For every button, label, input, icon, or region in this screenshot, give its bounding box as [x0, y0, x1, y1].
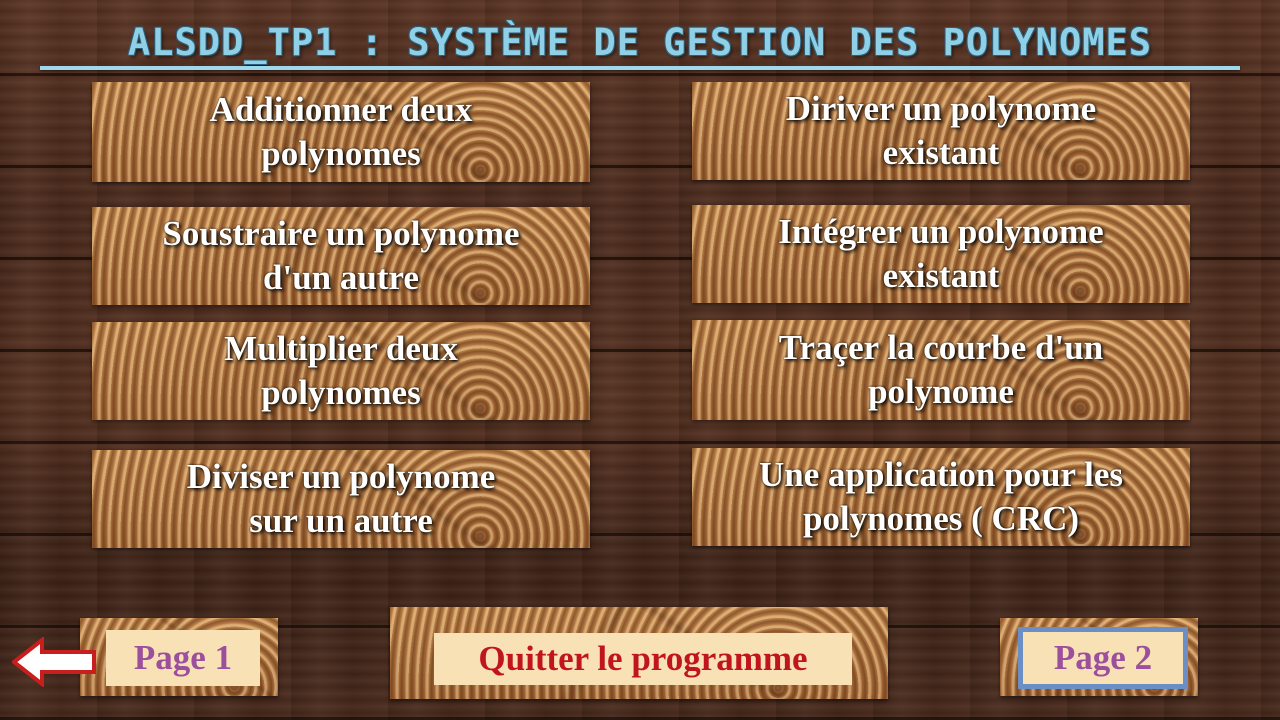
button-label-line: Multiplier deux [224, 329, 458, 368]
button-label-line: polynomes [261, 373, 421, 412]
page-title: ALSDD_TP1 : SYSTÈME DE GESTION DES POLYN… [127, 21, 1153, 64]
button-label-line: existant [882, 256, 1000, 295]
page1-button[interactable]: Page 1 [106, 630, 260, 686]
divide-polynomial-button[interactable]: Diviser un polynome sur un autre [92, 450, 590, 548]
integrate-polynomial-button[interactable]: Intégrer un polynome existant [692, 205, 1190, 303]
derive-polynomial-button[interactable]: Diriver un polynome existant [692, 82, 1190, 180]
subtract-polynomial-button[interactable]: Soustraire un polynome d'un autre [92, 207, 590, 305]
button-label-line: d'un autre [263, 258, 419, 297]
button-label-line: sur un autre [249, 501, 433, 540]
page2-button[interactable]: Page 2 [1018, 627, 1188, 689]
crc-application-button[interactable]: Une application pour les polynomes ( CRC) [692, 448, 1190, 546]
button-label-line: Additionner deux [209, 90, 473, 129]
multiply-polynomials-button[interactable]: Multiplier deux polynomes [92, 322, 590, 420]
button-label-line: polynomes ( CRC) [802, 499, 1080, 538]
button-label-line: Diriver un polynome [785, 89, 1097, 128]
button-label-line: polynome [868, 372, 1014, 411]
add-polynomials-button[interactable]: Additionner deux polynomes [92, 82, 590, 182]
button-label-line: Intégrer un polynome [778, 212, 1104, 251]
left-arrow-icon[interactable] [12, 637, 98, 687]
plot-polynomial-button[interactable]: Traçer la courbe d'un polynome [692, 320, 1190, 420]
button-label-line: Diviser un polynome [186, 457, 496, 496]
title-underline [40, 66, 1240, 70]
button-label-line: existant [882, 133, 1000, 172]
button-label-line: polynomes [261, 134, 421, 173]
button-label-line: Soustraire un polynome [162, 214, 520, 253]
button-label-line: Traçer la courbe d'un [778, 328, 1104, 367]
button-label-line: Une application pour les [759, 455, 1123, 494]
quit-button[interactable]: Quitter le programme [434, 633, 852, 685]
